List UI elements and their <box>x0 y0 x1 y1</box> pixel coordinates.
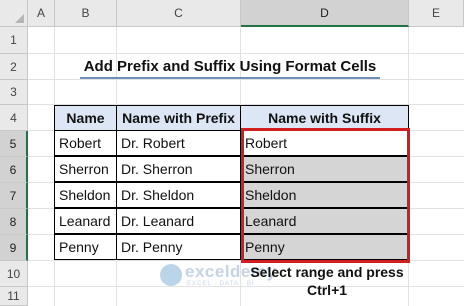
exceldemy-logo-icon <box>160 264 182 286</box>
table-cell-prefix[interactable]: Dr. Penny <box>116 234 241 260</box>
instruction-line-2: Ctrl+1 <box>306 282 348 298</box>
spreadsheet: A B C D E 1 2 3 4 5 6 7 8 9 10 11 Add Pr… <box>0 0 464 306</box>
table-header-name[interactable]: Name <box>54 105 117 131</box>
row-header-5[interactable]: 5 <box>0 131 28 157</box>
row-header-2[interactable]: 2 <box>0 54 28 80</box>
row-header-10[interactable]: 10 <box>0 261 28 287</box>
table-cell-suffix[interactable]: Leanard <box>240 208 409 234</box>
table-cell-name[interactable]: Leanard <box>54 208 117 234</box>
column-header-b[interactable]: B <box>55 0 117 27</box>
instruction-note: Select range and press Ctrl+1 <box>232 263 422 299</box>
row-header-11[interactable]: 11 <box>0 287 28 306</box>
table-cell-name[interactable]: Sheldon <box>54 182 117 208</box>
sheet-title[interactable]: Add Prefix and Suffix Using Format Cells <box>80 55 380 79</box>
table-cell-suffix[interactable]: Sherron <box>240 156 409 182</box>
column-header-d[interactable]: D <box>241 0 409 27</box>
row-header-4[interactable]: 4 <box>0 105 28 131</box>
table-cell-prefix[interactable]: Dr. Robert <box>116 130 241 156</box>
row-header-7[interactable]: 7 <box>0 183 28 209</box>
table-cell-suffix[interactable]: Sheldon <box>240 182 409 208</box>
table-cell-name[interactable]: Robert <box>54 130 117 156</box>
row-header-3[interactable]: 3 <box>0 80 28 105</box>
row-header-8[interactable]: 8 <box>0 209 28 235</box>
gridline <box>28 260 464 261</box>
table-cell-suffix[interactable]: Penny <box>240 234 409 260</box>
column-header-c[interactable]: C <box>117 0 241 27</box>
select-all-triangle-icon <box>15 14 24 23</box>
column-header-e[interactable]: E <box>409 0 464 27</box>
gridline <box>28 79 464 80</box>
select-all-button[interactable] <box>0 0 28 27</box>
table-cell-prefix[interactable]: Dr. Sherron <box>116 156 241 182</box>
table-cell-suffix-active[interactable]: Robert <box>240 130 409 156</box>
column-header-a[interactable]: A <box>28 0 55 27</box>
table-header-prefix[interactable]: Name with Prefix <box>116 105 241 131</box>
row-header-1[interactable]: 1 <box>0 27 28 54</box>
table-cell-prefix[interactable]: Dr. Sheldon <box>116 182 241 208</box>
instruction-line-1: Select range and press <box>250 264 404 280</box>
row-header-6[interactable]: 6 <box>0 157 28 183</box>
gridline <box>28 53 464 54</box>
table-cell-name[interactable]: Penny <box>54 234 117 260</box>
row-header-9[interactable]: 9 <box>0 235 28 261</box>
table-cell-name[interactable]: Sherron <box>54 156 117 182</box>
table-header-suffix[interactable]: Name with Suffix <box>240 105 409 131</box>
table-cell-prefix[interactable]: Dr. Leanard <box>116 208 241 234</box>
